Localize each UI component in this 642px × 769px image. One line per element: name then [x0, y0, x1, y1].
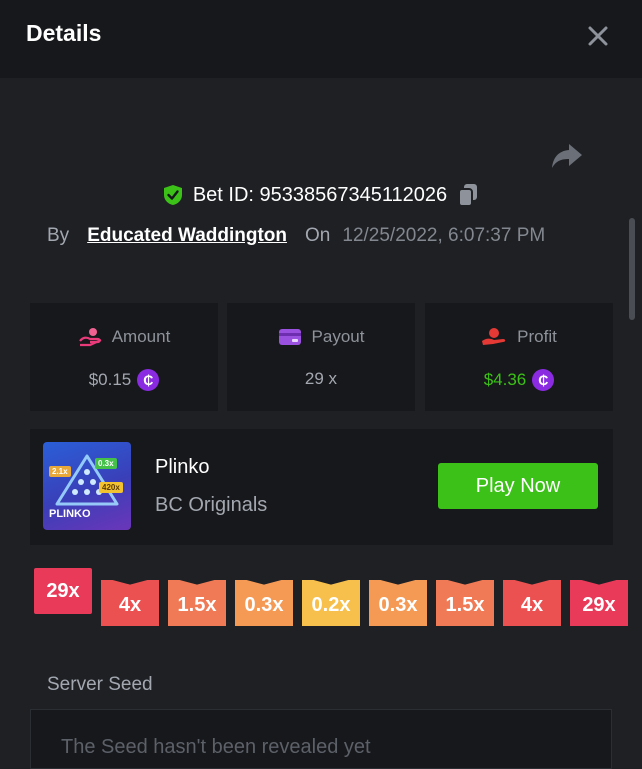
bet-meta: By Educated Waddington On 12/25/2022, 6:… — [47, 225, 545, 247]
payout-value: 29 x — [304, 369, 338, 388]
thumb-title: PLINKO — [49, 508, 91, 520]
multiplier-slot: 4x — [101, 580, 159, 626]
bet-id: Bet ID: 95338567345112026 — [192, 183, 448, 206]
profit-card: Profit $4.36 ₵ — [425, 303, 613, 411]
payout-icon — [278, 329, 301, 345]
server-seed-label: Server Seed — [47, 674, 153, 695]
profit-value: $4.36 — [483, 370, 527, 389]
profit-icon — [482, 328, 506, 345]
thumb-tag: 0.3x — [95, 458, 117, 469]
amount-value: $0.15 — [88, 370, 132, 389]
payout-label: Payout — [311, 327, 365, 346]
amount-icon — [78, 328, 102, 347]
modal-header: Details — [0, 0, 642, 78]
server-seed-text: The Seed hasn't been revealed yet — [61, 736, 371, 758]
payout-card: Payout 29 x — [227, 303, 415, 411]
multiplier-slot: 1.5x — [436, 580, 494, 626]
game-provider: BC Originals — [155, 494, 268, 516]
on-label: On — [305, 225, 331, 246]
multiplier-slot: 0.3x — [235, 580, 293, 626]
game-name: Plinko — [155, 456, 210, 478]
multiplier-slot: 29x — [570, 580, 628, 626]
multiplier-slot: 4x — [503, 580, 561, 626]
bet-date: 12/25/2022, 6:07:37 PM — [342, 225, 546, 246]
thumb-tag: 2.1x — [49, 466, 71, 477]
amount-card: Amount $0.15 ₵ — [30, 303, 218, 411]
shield-check-icon — [163, 185, 182, 205]
close-icon[interactable] — [584, 22, 612, 50]
coin-icon: ₵ — [532, 369, 555, 391]
multiplier-slot: 0.2x — [302, 580, 360, 626]
copy-icon[interactable] — [457, 183, 479, 207]
multiplier-slot: 1.5x — [168, 580, 226, 626]
game-thumbnail[interactable]: 2.1x 0.3x 420x PLINKO — [43, 442, 131, 530]
bet-id-row: Bet ID: 95338567345112026 — [0, 183, 642, 212]
multiplier-slot-hit: 29x — [34, 568, 92, 614]
share-icon[interactable] — [551, 142, 583, 170]
play-now-button[interactable]: Play Now — [438, 463, 598, 509]
modal-title: Details — [26, 20, 102, 46]
by-label: By — [47, 225, 70, 246]
profit-label: Profit — [517, 327, 557, 346]
game-card: 2.1x 0.3x 420x PLINKO Plinko BC Original… — [30, 429, 613, 545]
server-seed-field[interactable]: The Seed hasn't been revealed yet — [30, 709, 612, 769]
scrollbar[interactable] — [629, 218, 635, 320]
multiplier-slot: 0.3x — [369, 580, 427, 626]
thumb-tag: 420x — [99, 482, 123, 493]
amount-label: Amount — [111, 327, 171, 346]
coin-icon: ₵ — [137, 369, 160, 391]
user-link[interactable]: Educated Waddington — [87, 225, 287, 247]
